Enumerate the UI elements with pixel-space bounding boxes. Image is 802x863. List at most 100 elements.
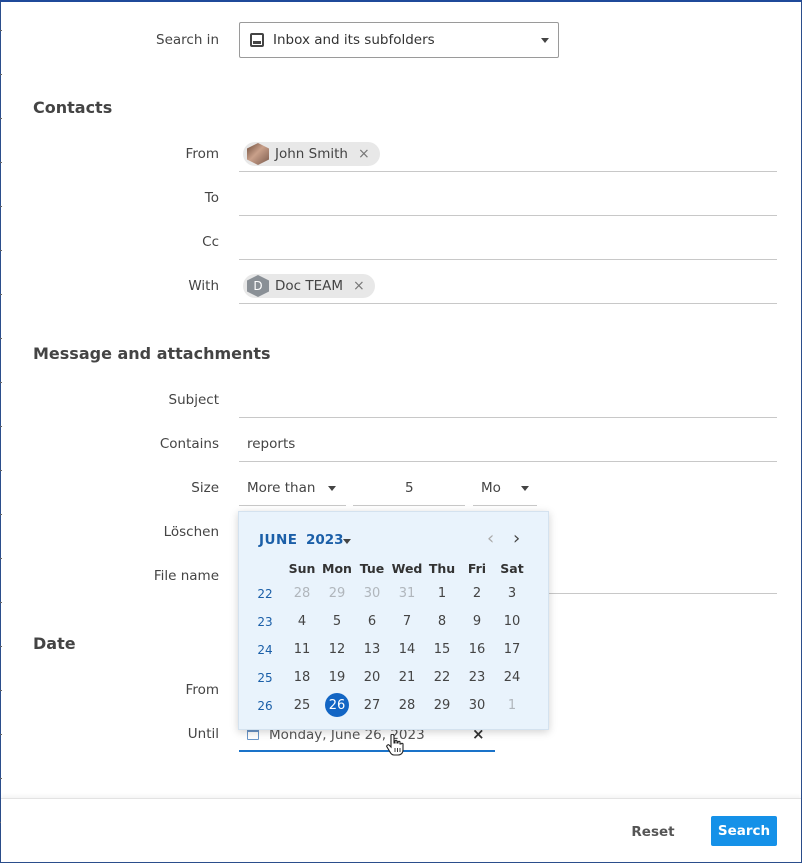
- weekday-header: Wed: [391, 561, 423, 576]
- calendar-day[interactable]: 20: [354, 670, 390, 685]
- weekday-header: Fri: [467, 561, 487, 576]
- size-label: Size: [191, 480, 219, 496]
- calendar-day[interactable]: 30: [459, 698, 495, 713]
- contains-label: Contains: [159, 436, 219, 452]
- message-heading: Message and attachments: [33, 344, 271, 363]
- calendar-day[interactable]: 31: [389, 586, 425, 601]
- to-field[interactable]: [239, 215, 777, 216]
- calendar-day[interactable]: 18: [284, 670, 320, 685]
- calendar-day[interactable]: 29: [319, 586, 355, 601]
- calendar-day[interactable]: 6: [354, 614, 390, 629]
- calendar-day[interactable]: 16: [459, 642, 495, 657]
- size-unit-select[interactable]: Mo: [473, 476, 537, 506]
- calendar-day[interactable]: 9: [459, 614, 495, 629]
- calendar-day[interactable]: 1: [494, 698, 530, 713]
- calendar-month[interactable]: JUNE: [259, 532, 298, 548]
- calendar-day[interactable]: 17: [494, 642, 530, 657]
- to-label: To: [204, 190, 219, 206]
- calendar-day[interactable]: 15: [424, 642, 460, 657]
- from-chip[interactable]: John Smith ×: [243, 142, 380, 166]
- from-label: From: [185, 146, 219, 162]
- search-button[interactable]: Search: [711, 816, 777, 846]
- weekday-header: Sun: [288, 561, 316, 576]
- week-number[interactable]: 26: [253, 699, 277, 713]
- with-chip[interactable]: D Doc TEAM ×: [243, 274, 375, 298]
- calendar-day-selected[interactable]: 26: [319, 698, 355, 713]
- calendar-day[interactable]: 11: [284, 642, 320, 657]
- from-chip-label: John Smith: [275, 146, 348, 162]
- calendar-day[interactable]: 8: [424, 614, 460, 629]
- week-number[interactable]: 22: [253, 587, 277, 601]
- size-operator-value: More than: [247, 480, 316, 496]
- filename-label: File name: [153, 568, 219, 584]
- week-number[interactable]: 25: [253, 671, 277, 685]
- calendar-day[interactable]: 22: [424, 670, 460, 685]
- avatar: [247, 143, 269, 165]
- size-operator-select[interactable]: More than: [239, 476, 346, 506]
- chevron-right-icon[interactable]: ›: [513, 528, 520, 549]
- calendar-day[interactable]: 12: [319, 642, 355, 657]
- week-number[interactable]: 23: [253, 615, 277, 629]
- reset-button[interactable]: Reset: [621, 817, 685, 847]
- calendar-day[interactable]: 14: [389, 642, 425, 657]
- calendar-year[interactable]: 2023: [306, 532, 344, 548]
- week-number[interactable]: 24: [253, 643, 277, 657]
- calendar-day[interactable]: 4: [284, 614, 320, 629]
- close-icon[interactable]: ×: [358, 146, 370, 162]
- cc-field[interactable]: [239, 259, 777, 260]
- dialog-footer: Reset Search: [1, 798, 801, 861]
- left-edge-ticks: [0, 0, 2, 863]
- date-heading: Date: [33, 634, 76, 653]
- calendar-icon: [247, 729, 259, 740]
- calendar-day[interactable]: 21: [389, 670, 425, 685]
- weekday-header: Tue: [359, 561, 385, 576]
- calendar-day[interactable]: 28: [284, 586, 320, 601]
- loeschen-label: Löschen: [163, 524, 219, 540]
- calendar-day[interactable]: 25: [284, 698, 320, 713]
- calendar-day[interactable]: 7: [389, 614, 425, 629]
- chevron-down-icon: [328, 486, 336, 491]
- calendar-day[interactable]: 28: [389, 698, 425, 713]
- avatar: D: [247, 275, 269, 297]
- contains-field[interactable]: [239, 461, 777, 462]
- search-in-value: Inbox and its subfolders: [273, 32, 435, 48]
- calendar-day[interactable]: 30: [354, 586, 390, 601]
- with-label: With: [188, 278, 219, 294]
- weekday-header: Thu: [428, 561, 456, 576]
- chevron-down-icon: [521, 486, 529, 491]
- chevron-left-icon[interactable]: ‹: [487, 528, 494, 549]
- calendar-day[interactable]: 13: [354, 642, 390, 657]
- inbox-icon: [250, 33, 264, 47]
- subject-label: Subject: [168, 392, 219, 408]
- date-until-label: Until: [187, 726, 219, 742]
- date-from-label: From: [185, 682, 219, 698]
- weekday-header: Mon: [322, 561, 352, 576]
- hand-cursor-icon: [386, 734, 404, 756]
- calendar-day[interactable]: 19: [319, 670, 355, 685]
- calendar-day[interactable]: 10: [494, 614, 530, 629]
- with-field[interactable]: [239, 303, 777, 304]
- calendar-day[interactable]: 2: [459, 586, 495, 601]
- chevron-down-icon[interactable]: [343, 539, 351, 544]
- calendar-day[interactable]: 1: [424, 586, 460, 601]
- search-in-label: Search in: [156, 32, 219, 48]
- from-field[interactable]: [239, 171, 777, 172]
- with-chip-label: Doc TEAM: [275, 278, 344, 294]
- size-value-input[interactable]: 5: [353, 476, 465, 506]
- date-picker-popup: JUNE 2023 ‹ › Sun Mon Tue Wed Thu Fri Sat 22 28 2…: [238, 511, 549, 730]
- filename-field[interactable]: [549, 593, 777, 594]
- weekday-header: Sat: [500, 561, 524, 576]
- calendar-day[interactable]: 23: [459, 670, 495, 685]
- contains-value[interactable]: reports: [247, 436, 295, 452]
- chevron-down-icon: [541, 38, 549, 43]
- calendar-day[interactable]: 24: [494, 670, 530, 685]
- calendar-day[interactable]: 3: [494, 586, 530, 601]
- close-icon[interactable]: ×: [353, 278, 365, 294]
- search-in-select[interactable]: Inbox and its subfolders: [239, 22, 559, 58]
- cc-label: Cc: [202, 234, 219, 250]
- subject-field[interactable]: [239, 417, 777, 418]
- contacts-heading: Contacts: [33, 98, 113, 117]
- calendar-day[interactable]: 29: [424, 698, 460, 713]
- calendar-day[interactable]: 27: [354, 698, 390, 713]
- calendar-day[interactable]: 5: [319, 614, 355, 629]
